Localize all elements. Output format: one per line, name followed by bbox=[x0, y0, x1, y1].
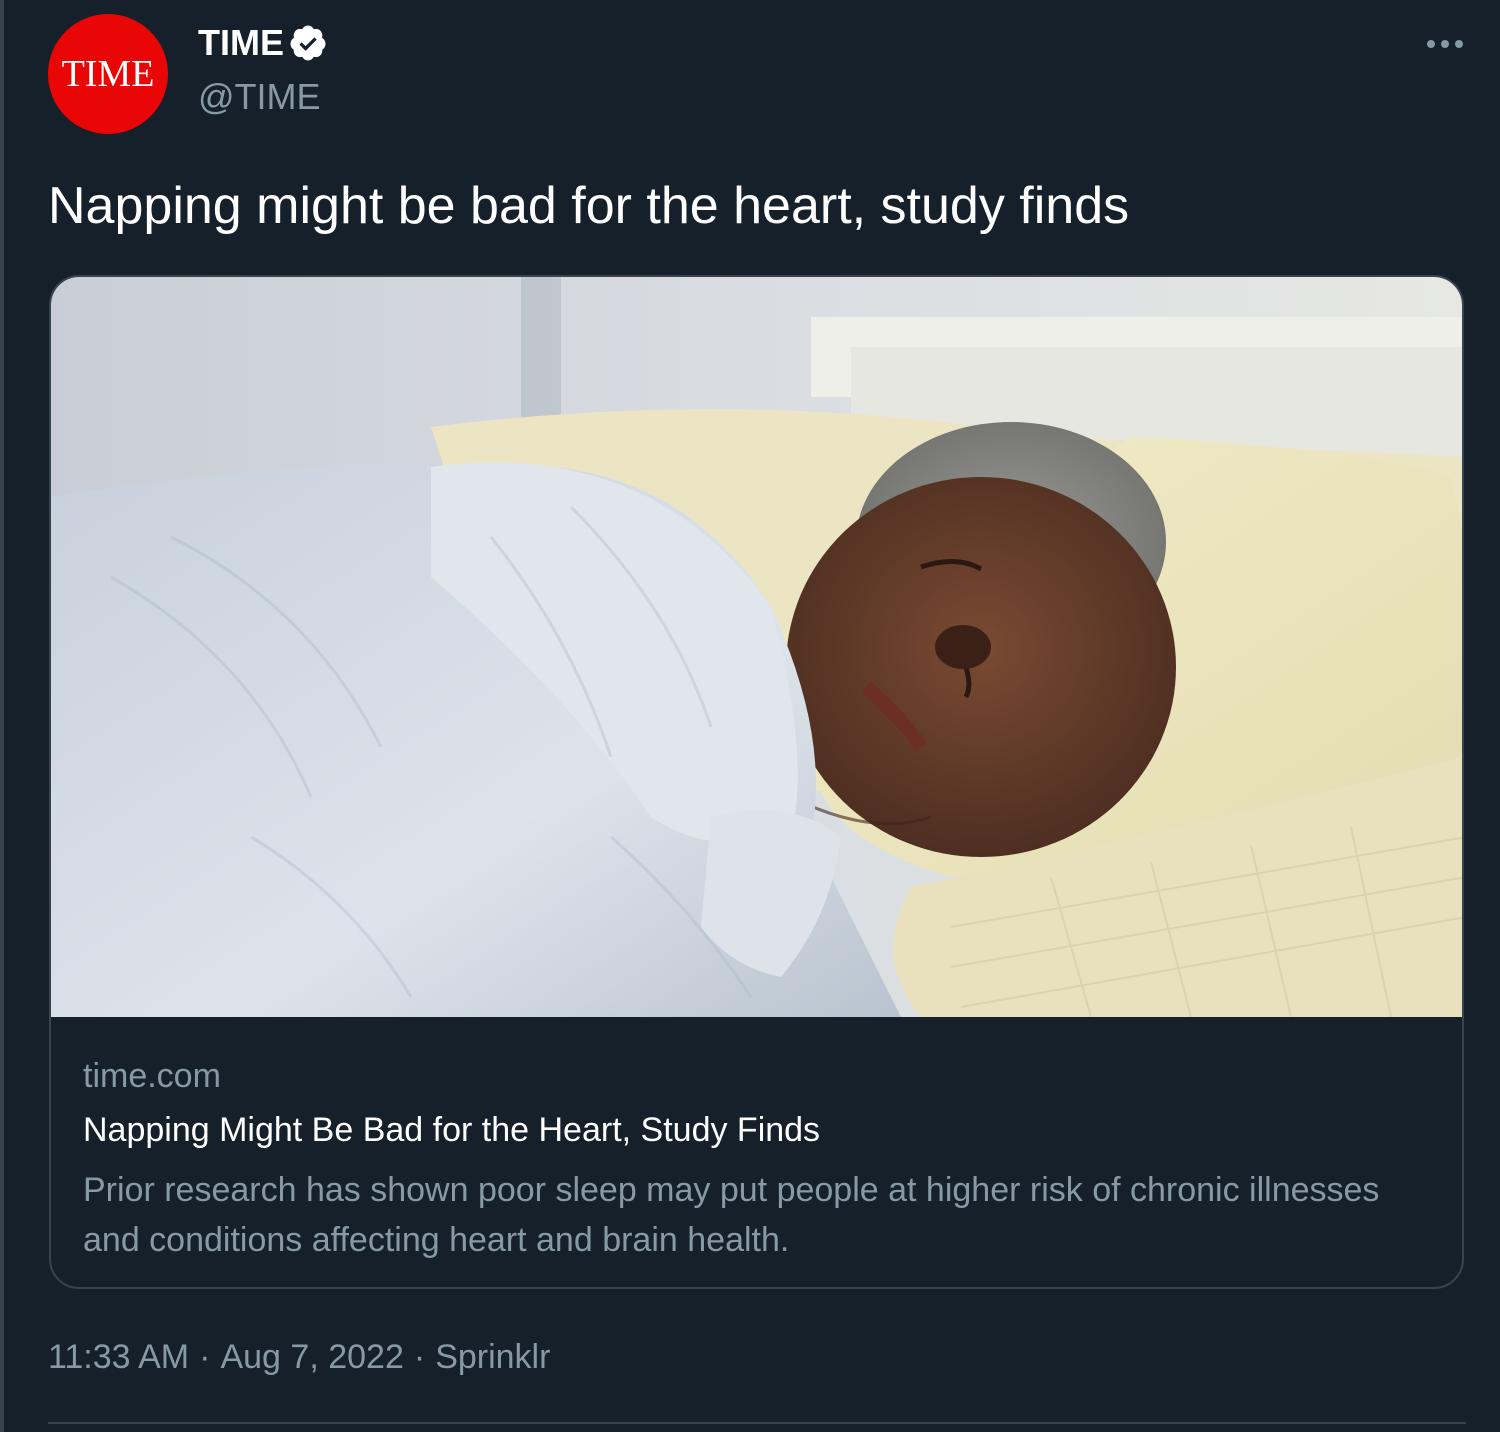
card-image bbox=[51, 277, 1462, 1017]
meta-separator: · bbox=[413, 1338, 426, 1376]
avatar-logo-text: TIME bbox=[61, 53, 155, 95]
verified-badge-icon bbox=[290, 25, 326, 61]
divider bbox=[48, 1422, 1466, 1424]
author-handle[interactable]: @TIME bbox=[198, 76, 321, 118]
more-options-button[interactable] bbox=[1420, 28, 1470, 60]
tweet-time[interactable]: 11:33 AM bbox=[48, 1338, 189, 1376]
card-title[interactable]: Napping Might Be Bad for the Heart, Stud… bbox=[83, 1111, 820, 1150]
tweet-text: Napping might be bad for the heart, stud… bbox=[48, 177, 1130, 235]
column-border bbox=[0, 0, 4, 1432]
meta-separator: · bbox=[199, 1338, 211, 1376]
tweet-date[interactable]: Aug 7, 2022 bbox=[220, 1338, 403, 1376]
card-description: Prior research has shown poor sleep may … bbox=[83, 1171, 1380, 1259]
more-options-icon bbox=[1427, 40, 1463, 48]
avatar[interactable]: TIME bbox=[48, 14, 168, 134]
author-display-name[interactable]: TIME bbox=[198, 22, 284, 64]
tweet-source[interactable]: Sprinklr bbox=[435, 1338, 550, 1376]
author-name-row[interactable]: TIME bbox=[198, 22, 328, 64]
tweet-detail-page: TIME TIME @TIME Napping might be bad for… bbox=[0, 0, 1500, 1432]
link-preview-card[interactable]: time.com Napping Might Be Bad for the He… bbox=[49, 275, 1464, 1289]
tweet-metadata: 11:33 AM · Aug 7, 2022 · Sprinklr bbox=[48, 1338, 550, 1377]
card-domain[interactable]: time.com bbox=[83, 1057, 221, 1096]
